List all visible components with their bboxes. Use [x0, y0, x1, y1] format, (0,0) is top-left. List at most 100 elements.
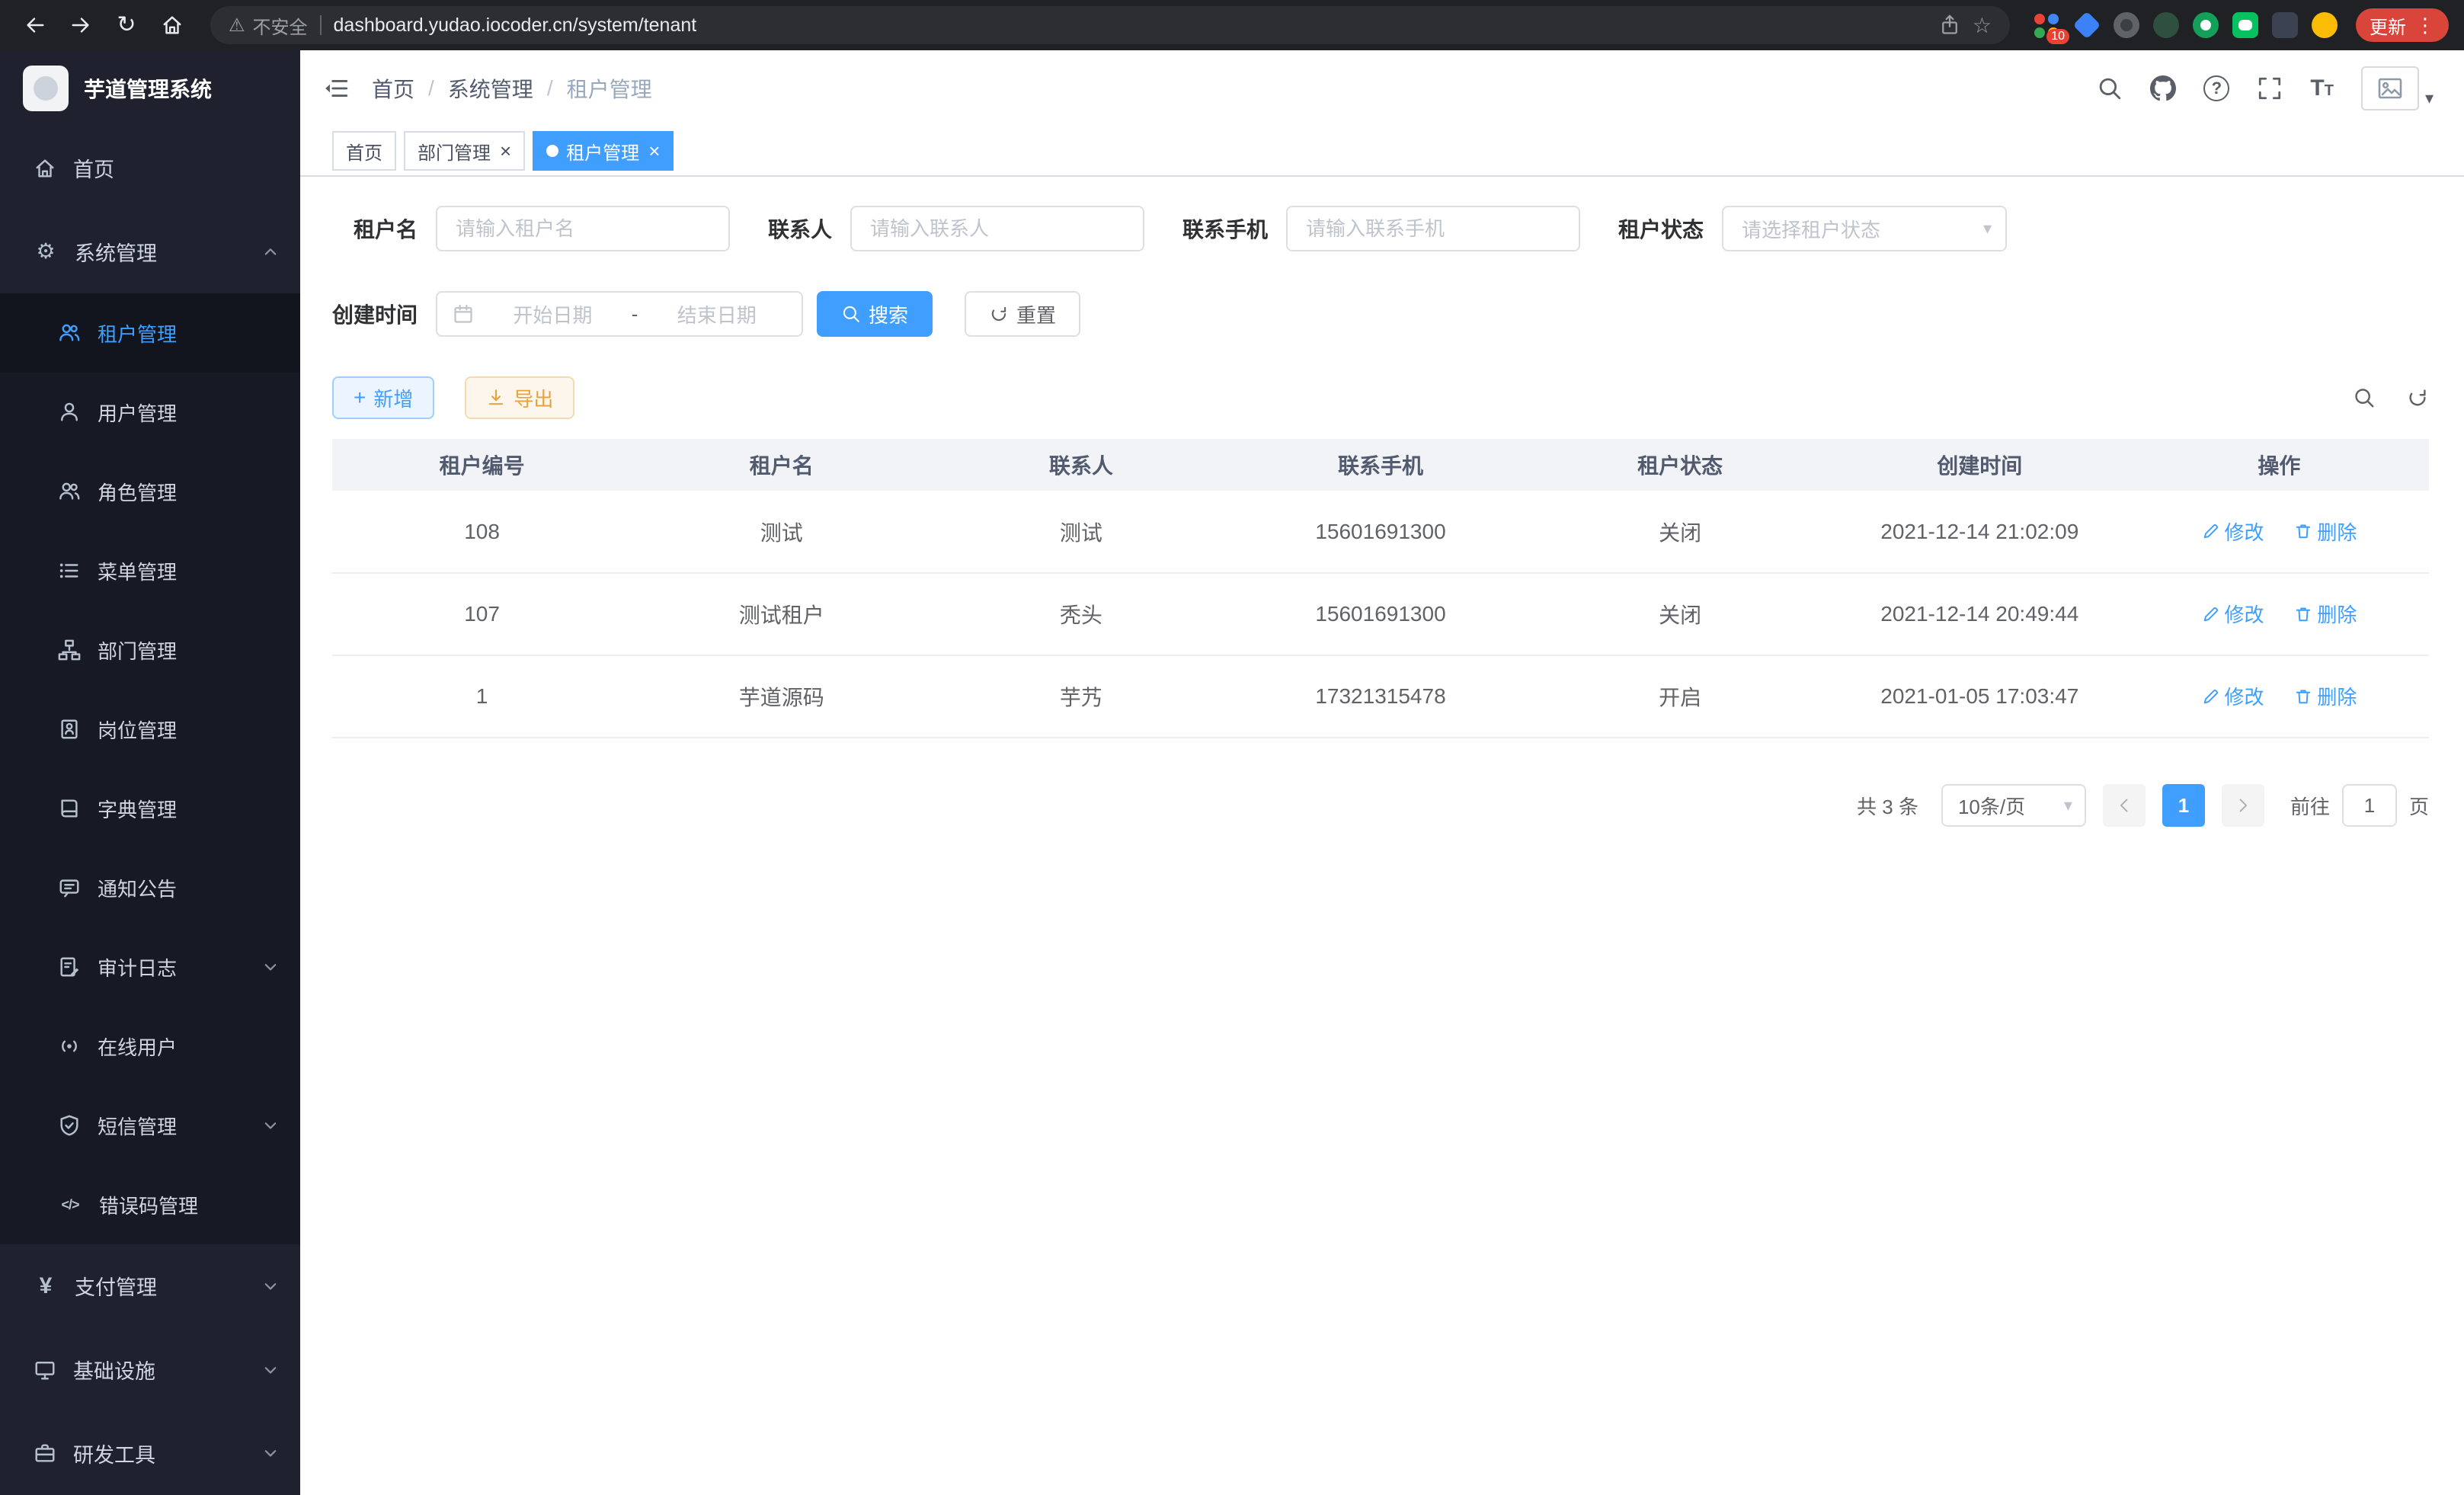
fullscreen-icon[interactable] — [2257, 75, 2283, 101]
close-icon[interactable]: × — [500, 141, 511, 161]
sidebar-item-error-code[interactable]: </> 错误码管理 — [0, 1165, 300, 1244]
browser-forward-button[interactable] — [61, 5, 101, 45]
help-icon[interactable]: ? — [2203, 75, 2229, 101]
tab-tenant[interactable]: 租户管理 × — [533, 131, 674, 171]
table-row: 108 测试 测试 15601691300 关闭 2021-12-14 21:0… — [332, 491, 2429, 573]
delete-link[interactable]: 删除 — [2294, 600, 2357, 628]
sidebar-item-sms[interactable]: 短信管理 — [0, 1086, 300, 1165]
breadcrumb-system[interactable]: 系统管理 — [448, 73, 533, 104]
phone-input[interactable] — [1286, 206, 1580, 251]
extension-icon-chat[interactable] — [2232, 12, 2258, 38]
toggle-search-icon[interactable] — [2353, 386, 2376, 409]
edit-link[interactable]: 修改 — [2202, 682, 2264, 710]
chevron-down-icon — [262, 1362, 279, 1378]
browser-chrome: ↻ ⚠ 不安全 dashboard.yudao.iocoder.cn/syste… — [0, 0, 2464, 50]
extension-icon-gray[interactable] — [2114, 12, 2139, 38]
export-button[interactable]: 导出 — [465, 376, 574, 419]
font-size-icon[interactable]: TT — [2310, 75, 2334, 101]
github-icon[interactable] — [2150, 75, 2176, 101]
sidebar-item-infra[interactable]: 基础设施 — [0, 1328, 300, 1412]
system-submenu: 租户管理 用户管理 角色管理 菜单管理 部门管理 — [0, 293, 300, 1244]
code-icon: </> — [58, 1198, 82, 1212]
cell-created-at: 2021-12-14 20:49:44 — [1830, 573, 2130, 655]
reload-icon: ↻ — [117, 14, 136, 37]
create-time-label: 创建时间 — [332, 299, 418, 329]
sidebar-item-online-users[interactable]: 在线用户 — [0, 1007, 300, 1086]
sidebar-item-menu[interactable]: 菜单管理 — [0, 531, 300, 610]
extension-icon-grid[interactable]: 10 — [2034, 12, 2060, 38]
sidebar-item-audit-log[interactable]: 审计日志 — [0, 927, 300, 1007]
share-button[interactable] — [1939, 14, 1960, 36]
edit-link[interactable]: 修改 — [2202, 600, 2264, 628]
next-page-button[interactable] — [2222, 784, 2264, 827]
refresh-icon[interactable] — [2406, 386, 2429, 409]
sidebar-item-post[interactable]: 岗位管理 — [0, 690, 300, 769]
chevron-left-icon — [2116, 797, 2133, 814]
extension-icon-green-circle[interactable] — [2193, 12, 2219, 38]
cell-phone: 17321315478 — [1230, 655, 1530, 738]
search-icon — [841, 304, 861, 324]
add-button[interactable]: + 新增 — [332, 376, 434, 419]
bookmark-button[interactable]: ☆ — [1973, 13, 1992, 38]
tab-dept[interactable]: 部门管理 × — [404, 131, 525, 171]
sidebar-item-dept[interactable]: 部门管理 — [0, 610, 300, 690]
navbar-actions: ? TT ▾ — [2097, 66, 2434, 110]
address-bar[interactable]: ⚠ 不安全 dashboard.yudao.iocoder.cn/system/… — [210, 6, 2010, 44]
delete-link[interactable]: 删除 — [2294, 517, 2357, 546]
breadcrumb-home[interactable]: 首页 — [372, 73, 414, 104]
sidebar-item-home[interactable]: 首页 — [0, 126, 300, 210]
extension-icon-blue[interactable] — [2074, 12, 2100, 38]
shield-icon — [58, 1114, 81, 1137]
browser-update-button[interactable]: 更新 ⋮ — [2356, 8, 2449, 42]
sidebar-item-tenant[interactable]: 租户管理 — [0, 293, 300, 373]
prev-page-button[interactable] — [2103, 784, 2146, 827]
status-select[interactable]: 请选择租户状态 ▾ — [1722, 206, 2007, 251]
sidebar-item-devtools[interactable]: 研发工具 — [0, 1411, 300, 1495]
calendar-icon — [453, 303, 474, 325]
sidebar-item-user[interactable]: 用户管理 — [0, 373, 300, 452]
navbar: 首页 / 系统管理 / 租户管理 ? TT — [300, 50, 2464, 126]
delete-link[interactable]: 删除 — [2294, 682, 2357, 710]
total-count: 共 3 条 — [1857, 792, 1918, 820]
security-indicator[interactable]: ⚠ 不安全 — [229, 12, 308, 39]
sidebar-item-payment[interactable]: ¥ 支付管理 — [0, 1244, 300, 1328]
browser-back-button[interactable] — [15, 5, 55, 45]
tenant-name-input[interactable] — [436, 206, 730, 251]
chevron-up-icon — [262, 243, 279, 260]
breadcrumb: 首页 / 系统管理 / 租户管理 — [372, 73, 652, 104]
toolbox-icon — [34, 1442, 56, 1465]
sidebar-collapse-button[interactable] — [323, 75, 349, 101]
goto-page-input[interactable] — [2342, 784, 2397, 827]
page-size-select[interactable]: 10条/页 ▾ — [1941, 784, 2086, 827]
reset-button[interactable]: 重置 — [965, 291, 1080, 337]
search-icon[interactable] — [2097, 75, 2123, 101]
sidebar-item-role[interactable]: 角色管理 — [0, 452, 300, 531]
tenant-name-label: 租户名 — [332, 213, 418, 244]
contact-input[interactable] — [850, 206, 1144, 251]
app-logo-row[interactable]: 芋道管理系统 — [0, 50, 300, 126]
browser-reload-button[interactable]: ↻ — [107, 5, 146, 45]
user-menu[interactable]: ▾ — [2361, 66, 2434, 110]
search-button[interactable]: 搜索 — [817, 291, 933, 337]
close-icon[interactable]: × — [648, 141, 660, 161]
date-range-picker[interactable]: 开始日期 - 结束日期 — [436, 291, 803, 337]
extensions-area: 10 — [2034, 12, 2338, 38]
address-divider — [320, 15, 322, 35]
sidebar-item-dict[interactable]: 字典管理 — [0, 769, 300, 848]
tab-home[interactable]: 首页 — [332, 131, 396, 171]
app-title: 芋道管理系统 — [84, 73, 212, 104]
edit-link[interactable]: 修改 — [2202, 517, 2264, 546]
avatar — [2361, 66, 2419, 110]
page-number-button[interactable]: 1 — [2162, 784, 2205, 827]
sidebar-item-system[interactable]: ⚙ 系统管理 — [0, 210, 300, 294]
column-header: 租户状态 — [1531, 439, 1830, 491]
extension-icon-darkgreen[interactable] — [2153, 12, 2179, 38]
extension-badge: 10 — [2046, 29, 2069, 44]
browser-menu-icon[interactable]: ⋮ — [2415, 14, 2435, 37]
extension-icon-puzzle[interactable] — [2272, 12, 2298, 38]
column-header: 租户名 — [632, 439, 931, 491]
sidebar-item-notice[interactable]: 通知公告 — [0, 848, 300, 927]
filter-row-2: 创建时间 开始日期 - 结束日期 搜索 重置 — [332, 291, 2429, 337]
extension-icon-emoji[interactable] — [2312, 12, 2338, 38]
browser-home-button[interactable] — [152, 5, 192, 45]
